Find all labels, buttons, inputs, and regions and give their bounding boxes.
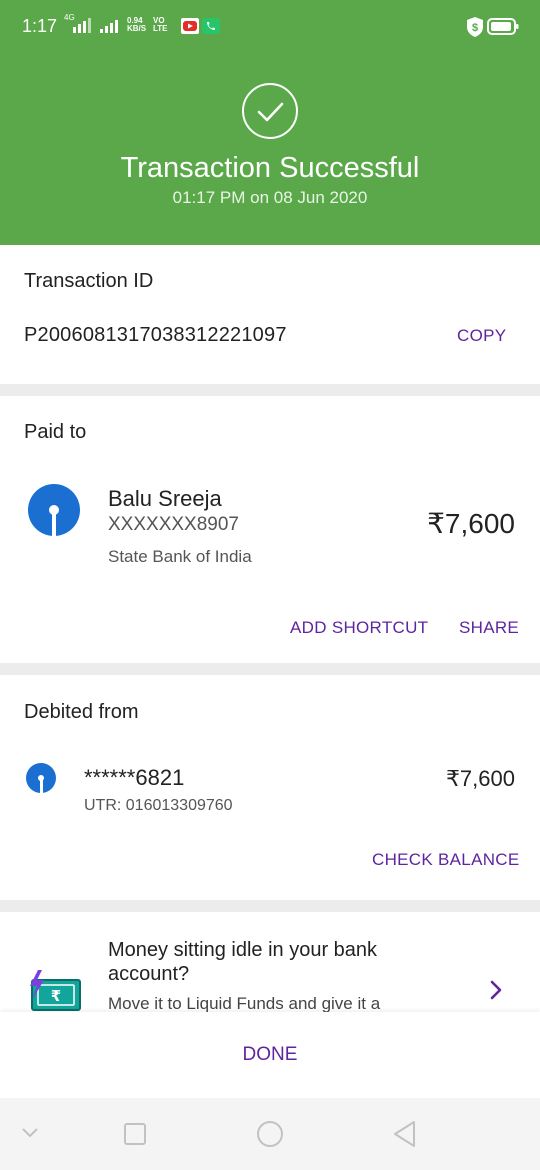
payee-name: Balu Sreeja [108,486,222,511]
success-check-icon [242,83,298,139]
paid-amount: ₹7,600 [427,508,515,539]
network-speed: 0.94 KB/S [127,17,146,33]
nav-home-icon[interactable] [256,1120,284,1148]
add-shortcut-button[interactable]: ADD SHORTCUT [290,618,428,638]
status-time: 1:17 [22,16,58,36]
status-timestamp: 01:17 PM on 08 Jun 2020 [172,188,368,207]
transaction-id-label: Transaction ID [24,270,154,292]
section-divider [0,384,540,396]
check-balance-button[interactable]: CHECK BALANCE [372,850,520,870]
battery-icon [487,18,519,35]
speed-unit: KB/S [127,24,147,33]
status-bar: 1:17 4G 0.94 KB/S VO LTE $ [0,0,540,42]
debited-from-label: Debited from [24,701,139,723]
signal-icon [73,18,118,33]
rupee-note-icon: ₹ [30,970,81,1011]
transaction-id-value: P2006081317038312221097 [24,324,287,346]
bottom-action-bar: DONE [0,1012,540,1098]
payee-account: XXXXXXX8907 [108,514,239,535]
copy-button[interactable]: COPY [457,326,506,346]
system-navigation-bar [0,1098,540,1170]
youtube-icon [181,18,199,34]
paid-to-label: Paid to [24,421,87,443]
volte-indicator: VO LTE [153,17,168,33]
debited-amount: ₹7,600 [445,766,515,791]
svg-text:$: $ [472,22,478,34]
sbi-logo-icon [26,763,56,793]
debit-account: ******6821 [84,765,185,790]
promo-title: Money sitting idle in your bank account? [108,939,378,985]
sbi-logo-icon [28,484,80,536]
transaction-status-header: Transaction Successful 01:17 PM on 08 Ju… [0,42,540,245]
shield-dollar-icon: $ [467,17,483,37]
status-title: Transaction Successful [120,152,420,184]
nav-recents-icon[interactable] [123,1122,147,1146]
section-divider [0,900,540,912]
phone-icon [202,18,220,34]
nav-collapse-icon[interactable] [20,1126,40,1140]
section-divider [0,663,540,675]
done-button[interactable]: DONE [0,1044,540,1066]
chevron-right-icon[interactable] [489,980,503,1000]
payee-bank: State Bank of India [108,547,252,566]
utr-number: UTR: 016013309760 [84,797,233,814]
svg-text:₹: ₹ [51,987,61,1005]
share-button[interactable]: SHARE [459,618,519,638]
nav-back-icon[interactable] [392,1120,418,1148]
promo-body: Move it to Liquid Funds and give it a [108,994,381,1013]
volte-bottom: LTE [153,24,168,33]
